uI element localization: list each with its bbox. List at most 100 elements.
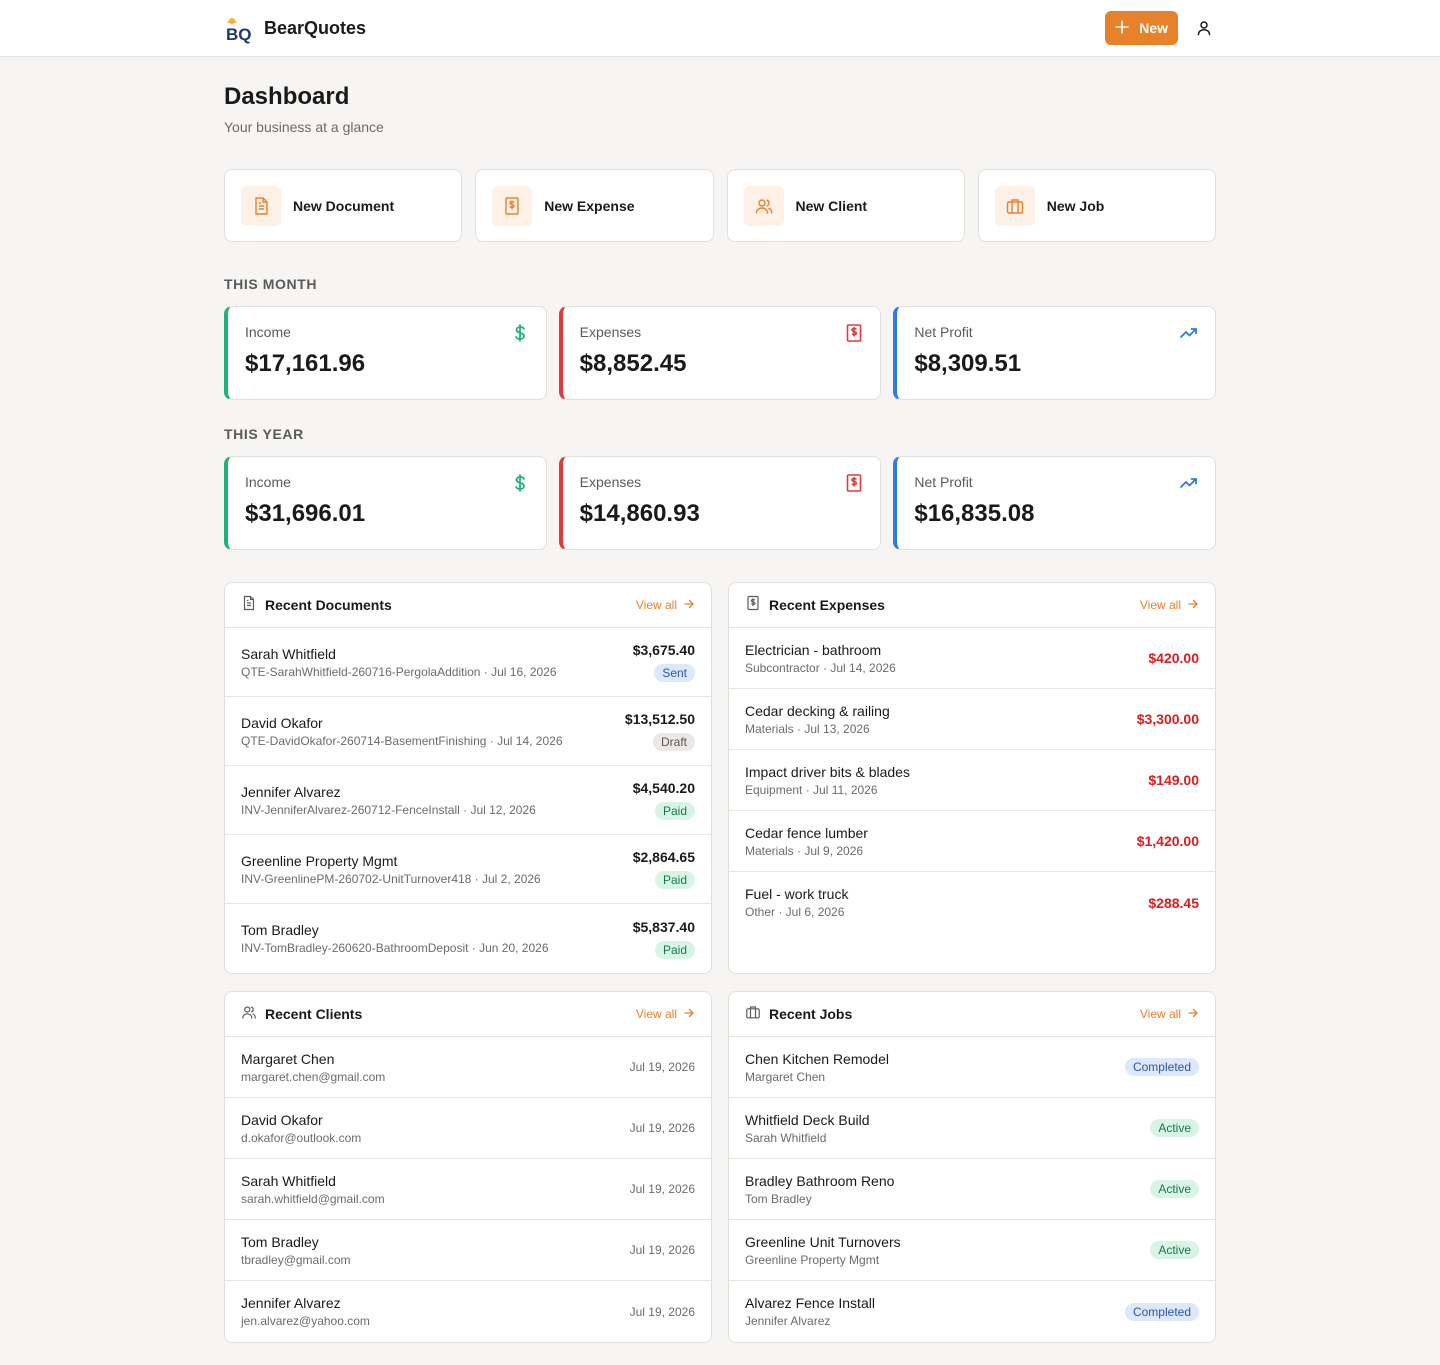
expense-amount: $288.45 <box>1148 894 1199 911</box>
status-badge: Sent <box>654 664 695 682</box>
receipt-icon <box>745 595 761 616</box>
expense-meta: Equipment · Jul 11, 2026 <box>745 782 878 797</box>
list-item[interactable]: Greenline Property Mgmt INV-GreenlinePM-2… <box>225 835 711 904</box>
recent-clients-panel: Recent Clients View all Margaret Chen mar… <box>224 991 712 1343</box>
list-item[interactable]: David Okafor QTE-DavidOkafor-260714-Basem… <box>225 697 711 766</box>
trending-up-icon <box>1179 323 1199 343</box>
list-item[interactable]: Whitfield Deck Build Sarah Whitfield Acti… <box>729 1098 1215 1159</box>
list-item[interactable]: Fuel - work truck Other · Jul 6, 2026 $28… <box>729 872 1215 933</box>
trending-up-icon <box>1179 473 1199 493</box>
view-all-label: View all <box>635 598 677 612</box>
arrow-right-icon <box>1187 598 1199 613</box>
list-item[interactable]: Tom Bradley tbradley@gmail.com Jul 19, 20… <box>225 1220 711 1281</box>
list-item[interactable]: Tom Bradley INV-TomBradley-260620-Bathroo… <box>225 904 711 973</box>
panel-header: Recent Clients View all <box>225 992 711 1037</box>
list-item[interactable]: Chen Kitchen Remodel Margaret Chen Comple… <box>729 1037 1215 1098</box>
recent-documents-panel: Recent Documents View all Sarah Whitfiel… <box>224 582 712 974</box>
list-item[interactable]: Electrician - bathroom Subcontractor · Ju… <box>729 628 1215 689</box>
list-item[interactable]: Cedar decking & railing Materials · Jul 1… <box>729 689 1215 750</box>
expense-amount: $3,300.00 <box>1136 711 1199 727</box>
expense-amount: $420.00 <box>1148 650 1199 666</box>
list-item[interactable]: Cedar fence lumber Materials · Jul 9, 202… <box>729 811 1215 872</box>
client-date: Jul 19, 2026 <box>629 1304 695 1319</box>
status-badge: Completed <box>1124 1302 1199 1321</box>
document-client: David Okafor <box>241 714 323 731</box>
list-item[interactable]: Sarah Whitfield sarah.whitfield@gmail.com… <box>225 1159 711 1220</box>
arrow-right-icon <box>683 1007 695 1022</box>
year-profit-card: Net Profit $16,835.08 <box>893 456 1217 550</box>
new-button-label: New <box>1139 20 1168 36</box>
new-document-button[interactable]: New Document <box>224 169 463 242</box>
view-all-clients-link[interactable]: View all <box>636 1007 695 1022</box>
panel-title: Recent Expenses <box>769 597 885 613</box>
job-name: Bradley Bathroom Reno <box>745 1172 895 1189</box>
users-icon <box>743 185 784 226</box>
status-badge: Draft <box>652 733 695 751</box>
document-meta: INV-JenniferAlvarez-260712-FenceInstall … <box>241 802 536 817</box>
job-client: Margaret Chen <box>745 1069 826 1084</box>
this-year-label: THIS YEAR <box>224 426 304 442</box>
stat-value: $31,696.01 <box>245 500 366 527</box>
expense-meta: Materials · Jul 13, 2026 <box>745 721 870 736</box>
list-item[interactable]: David Okafor d.okafor@outlook.com Jul 19,… <box>225 1098 711 1159</box>
client-date: Jul 19, 2026 <box>629 1243 695 1257</box>
user-menu-icon[interactable] <box>1192 16 1216 40</box>
recent-jobs-panel: Recent Jobs View all Chen Kitchen Remode… <box>728 991 1216 1343</box>
view-all-jobs-link[interactable]: View all <box>1140 1007 1199 1022</box>
document-client: Greenline Property Mgmt <box>241 852 398 869</box>
status-badge: Active <box>1150 1119 1199 1137</box>
briefcase-icon <box>745 1004 761 1025</box>
client-name: Jennifer Alvarez <box>241 1295 341 1311</box>
new-expense-button[interactable]: New Expense <box>475 169 714 242</box>
view-all-expenses-link[interactable]: View all <box>1140 598 1199 613</box>
job-name: Whitfield Deck Build <box>745 1111 870 1128</box>
app-name: BearQuotes <box>264 17 367 38</box>
new-client-button[interactable]: New Client <box>726 169 965 242</box>
view-all-label: View all <box>1139 1007 1181 1021</box>
list-item[interactable]: Bradley Bathroom Reno Tom Bradley Active <box>729 1159 1215 1220</box>
list-item[interactable]: Alvarez Fence Install Jennifer Alvarez Co… <box>729 1281 1215 1342</box>
bearquotes-logo-icon: BQ <box>224 12 256 44</box>
page-title: Dashboard <box>224 83 350 110</box>
document-meta: INV-GreenlinePM-260702-UnitTurnover418 ·… <box>241 871 541 886</box>
document-client: Jennifer Alvarez <box>241 783 341 800</box>
job-name: Greenline Unit Turnovers <box>745 1233 901 1250</box>
document-meta: QTE-DavidOkafor-260714-BasementFinishing… <box>241 733 563 748</box>
list-item[interactable]: Jennifer Alvarez jen.alvarez@yahoo.com Ju… <box>225 1281 711 1342</box>
users-icon <box>241 1004 257 1025</box>
stat-label: Expenses <box>579 474 642 490</box>
document-icon <box>241 595 257 616</box>
quick-actions: New Document New Expense New Client New … <box>224 169 1216 242</box>
list-item[interactable]: Impact driver bits & blades Equipment · J… <box>729 750 1215 811</box>
client-email: sarah.whitfield@gmail.com <box>241 1191 385 1206</box>
list-item[interactable]: Jennifer Alvarez INV-JenniferAlvarez-2607… <box>225 766 711 835</box>
list-item[interactable]: Sarah Whitfield QTE-SarahWhitfield-260716… <box>225 628 711 697</box>
job-client: Tom Bradley <box>745 1191 812 1206</box>
list-item[interactable]: Greenline Unit Turnovers Greenline Proper… <box>729 1220 1215 1281</box>
dollar-icon <box>510 323 530 343</box>
expense-amount: $149.00 <box>1148 772 1199 788</box>
stat-value: $8,852.45 <box>579 350 687 377</box>
receipt-icon <box>844 473 864 493</box>
job-name: Chen Kitchen Remodel <box>745 1050 889 1067</box>
status-badge: Paid <box>654 871 695 889</box>
expense-meta: Subcontractor · Jul 14, 2026 <box>745 660 896 675</box>
client-date: Jul 19, 2026 <box>629 1182 695 1196</box>
list-item[interactable]: Margaret Chen margaret.chen@gmail.com Jul… <box>225 1037 711 1098</box>
year-income-card: Income $31,696.01 <box>224 456 547 550</box>
document-amount: $2,864.65 <box>632 849 695 865</box>
new-job-button[interactable]: New Job <box>977 169 1216 242</box>
new-client-label: New Client <box>795 197 868 214</box>
panel-title: Recent Documents <box>265 597 392 613</box>
panel-header: Recent Documents View all <box>225 583 711 628</box>
expense-name: Cedar fence lumber <box>745 824 868 841</box>
plus-icon <box>1115 19 1130 37</box>
brand[interactable]: BQ BearQuotes <box>224 12 367 45</box>
panel-title: Recent Clients <box>265 1006 363 1022</box>
view-all-documents-link[interactable]: View all <box>636 598 695 613</box>
document-amount: $4,540.20 <box>632 780 695 796</box>
status-badge: Paid <box>654 940 695 959</box>
document-amount: $5,837.40 <box>632 918 695 935</box>
new-button[interactable]: New <box>1105 11 1178 45</box>
stat-label: Income <box>245 474 291 490</box>
